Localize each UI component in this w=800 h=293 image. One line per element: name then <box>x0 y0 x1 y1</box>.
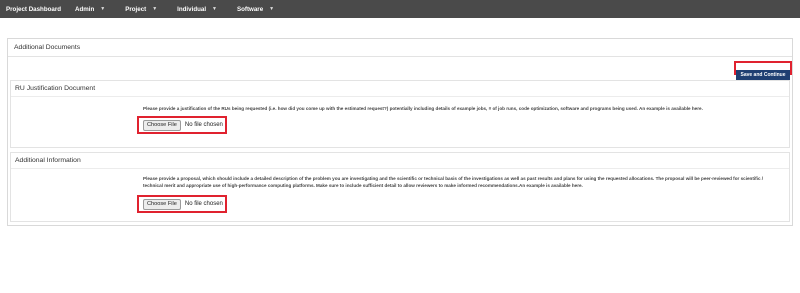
file-input-highlight: Choose File No file chosen <box>137 116 227 134</box>
section-description: Please provide a proposal, which should … <box>143 176 764 188</box>
nav-menu-project[interactable]: Project ▼ <box>125 6 157 13</box>
chevron-down-icon: ▼ <box>152 6 158 12</box>
section-title: RU Justification Document <box>11 81 789 97</box>
ru-justification-section: RU Justification Document Please provide… <box>10 80 790 148</box>
panel-header: Additional Documents <box>8 39 792 57</box>
save-button-highlight: Save and Continue <box>734 61 792 80</box>
choose-file-button[interactable]: Choose File <box>143 119 181 131</box>
nav-item-label: Admin <box>75 5 95 13</box>
chevron-down-icon: ▼ <box>212 6 217 12</box>
file-status-text: No file chosen <box>184 201 223 207</box>
additional-documents-panel: Additional Documents Save and Continue R… <box>7 38 793 226</box>
nav-item-label: Individual <box>177 5 207 13</box>
file-input-highlight: Choose File No file chosen <box>137 195 227 213</box>
top-navbar: Project Dashboard Admin ▼ Project ▼ Indi… <box>0 0 800 18</box>
section-title: Additional Information <box>11 153 789 169</box>
choose-file-button[interactable]: Choose File <box>143 198 181 210</box>
nav-menu-admin[interactable]: Admin ▼ <box>75 6 105 13</box>
section-description: Please provide a justification of the RU… <box>143 106 703 111</box>
nav-menu-individual[interactable]: Individual ▼ <box>177 6 217 13</box>
nav-item-label: Project <box>125 5 147 13</box>
nav-item-label: Software <box>237 5 264 13</box>
nav-menu-software[interactable]: Software ▼ <box>237 6 274 13</box>
panel-title: Additional Documents <box>14 44 81 51</box>
chevron-down-icon: ▼ <box>269 6 275 12</box>
chevron-down-icon: ▼ <box>100 6 106 12</box>
additional-information-section: Additional Information Please provide a … <box>10 152 790 222</box>
save-and-continue-button[interactable]: Save and Continue <box>736 70 790 80</box>
brand-link[interactable]: Project Dashboard <box>0 6 61 13</box>
file-status-text: No file chosen <box>184 122 223 128</box>
